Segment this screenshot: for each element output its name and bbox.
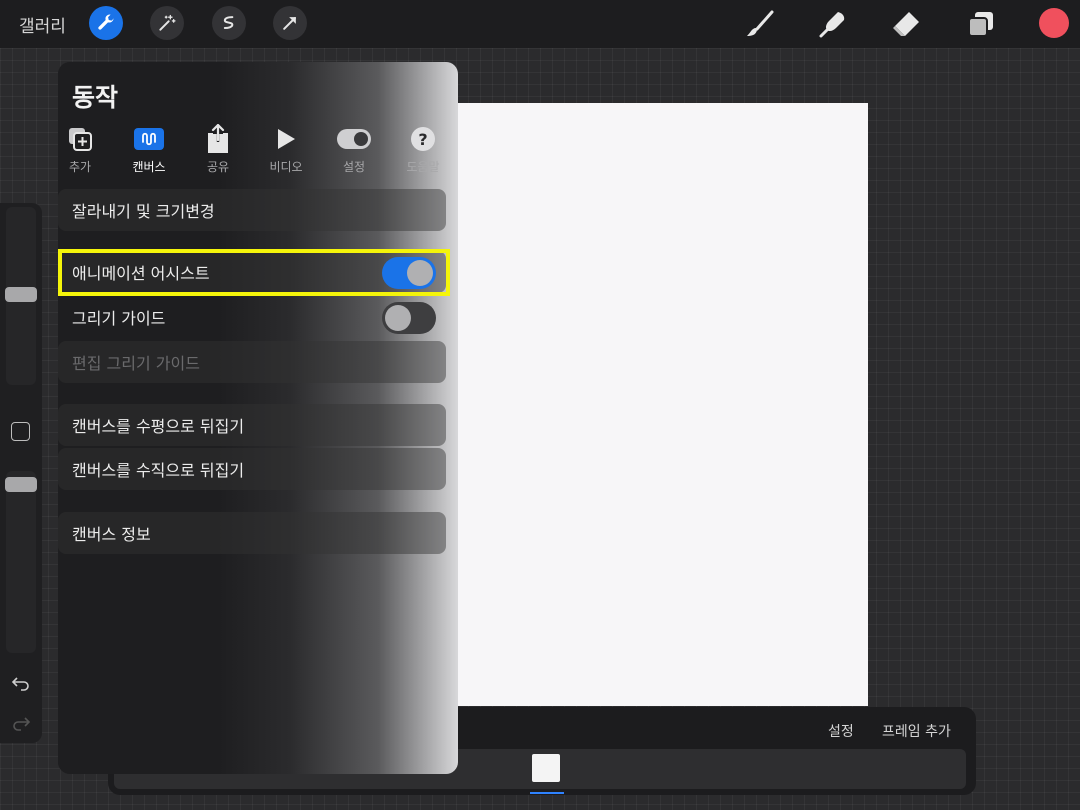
tab-share[interactable]: 공유 <box>192 124 244 175</box>
help-icon: ? <box>411 127 435 151</box>
opacity-slider[interactable] <box>6 471 36 653</box>
toggle-knob <box>385 305 411 331</box>
actions-panel: 동작 추가 캔버스 공유 비디오 설정 ? 도움말 잘라내기 및 크기변경 애니… <box>58 62 458 774</box>
tab-canvas-label: 캔버스 <box>132 160 166 174</box>
eyedropper-square-button[interactable] <box>11 422 30 441</box>
adjustments-button[interactable] <box>150 6 184 40</box>
layers-icon <box>968 12 993 37</box>
tab-help[interactable]: ? 도움말 <box>397 124 449 175</box>
side-sliders <box>0 203 42 743</box>
redo-icon[interactable] <box>11 713 31 733</box>
tab-share-label: 공유 <box>206 160 230 174</box>
canvas-icon <box>134 128 164 150</box>
panel-title: 동작 <box>72 83 119 112</box>
frame-thumbnail[interactable] <box>532 754 560 782</box>
selection-icon <box>223 16 234 29</box>
flip-horizontal-item[interactable]: 캔버스를 수평으로 뒤집기 <box>58 404 446 446</box>
tab-video-label: 비디오 <box>269 160 303 174</box>
toggle-knob <box>407 260 433 286</box>
flip-horizontal-label: 캔버스를 수평으로 뒤집기 <box>72 417 245 436</box>
canvas-info-item[interactable]: 캔버스 정보 <box>58 512 446 554</box>
tab-add[interactable]: 추가 <box>58 124 106 175</box>
brush-size-thumb[interactable] <box>5 287 37 302</box>
frame-selected-indicator <box>530 792 564 794</box>
tab-video[interactable]: 비디오 <box>260 124 312 175</box>
actions-wrench-button[interactable] <box>89 6 123 40</box>
top-toolbar: 갤러리 <box>0 0 1080 48</box>
tab-add-label: 추가 <box>68 160 92 174</box>
tab-settings[interactable]: 설정 <box>328 124 380 175</box>
eraser-icon <box>893 12 919 36</box>
eraser-button[interactable] <box>890 8 922 40</box>
animation-assist-toggle[interactable] <box>382 257 436 289</box>
settings-toggle-icon <box>337 129 371 149</box>
transform-arrow-icon <box>283 17 296 30</box>
drawing-guide-item[interactable]: 그리기 가이드 <box>58 296 446 338</box>
add-frame-button[interactable]: 프레임 추가 <box>882 721 951 741</box>
tab-canvas[interactable]: 캔버스 <box>123 124 175 175</box>
opacity-thumb[interactable] <box>5 477 37 492</box>
tab-settings-label: 설정 <box>342 160 366 174</box>
svg-text:?: ? <box>418 130 427 149</box>
drawing-guide-toggle[interactable] <box>382 302 436 334</box>
add-icon <box>69 128 92 151</box>
crop-resize-label: 잘라내기 및 크기변경 <box>72 202 215 221</box>
smudge-icon <box>819 12 845 38</box>
wrench-icon <box>98 14 115 30</box>
brush-icon <box>747 10 774 36</box>
play-icon <box>278 129 295 149</box>
brush-button[interactable] <box>744 8 776 40</box>
animation-settings-button[interactable]: 설정 <box>828 721 854 741</box>
layers-button[interactable] <box>965 8 997 40</box>
edit-drawing-guide-label: 편집 그리기 가이드 <box>72 354 200 373</box>
selection-button[interactable] <box>212 6 246 40</box>
drawing-guide-label: 그리기 가이드 <box>72 309 166 328</box>
crop-resize-item[interactable]: 잘라내기 및 크기변경 <box>58 189 446 231</box>
flip-vertical-item[interactable]: 캔버스를 수직으로 뒤집기 <box>58 448 446 490</box>
tab-help-label: 도움말 <box>406 160 440 174</box>
undo-icon[interactable] <box>11 673 31 693</box>
animation-assist-label: 애니메이션 어시스트 <box>72 264 210 283</box>
magic-wand-icon <box>159 14 176 31</box>
flip-vertical-label: 캔버스를 수직으로 뒤집기 <box>72 461 245 480</box>
transform-button[interactable] <box>273 6 307 40</box>
color-picker-button[interactable] <box>1039 8 1069 38</box>
share-icon <box>208 124 228 153</box>
canvas-info-label: 캔버스 정보 <box>72 525 151 544</box>
gallery-button[interactable]: 갤러리 <box>19 12 66 37</box>
smudge-button[interactable] <box>817 8 849 40</box>
animation-assist-item[interactable]: 애니메이션 어시스트 <box>58 251 446 293</box>
edit-drawing-guide-item: 편집 그리기 가이드 <box>58 341 446 383</box>
